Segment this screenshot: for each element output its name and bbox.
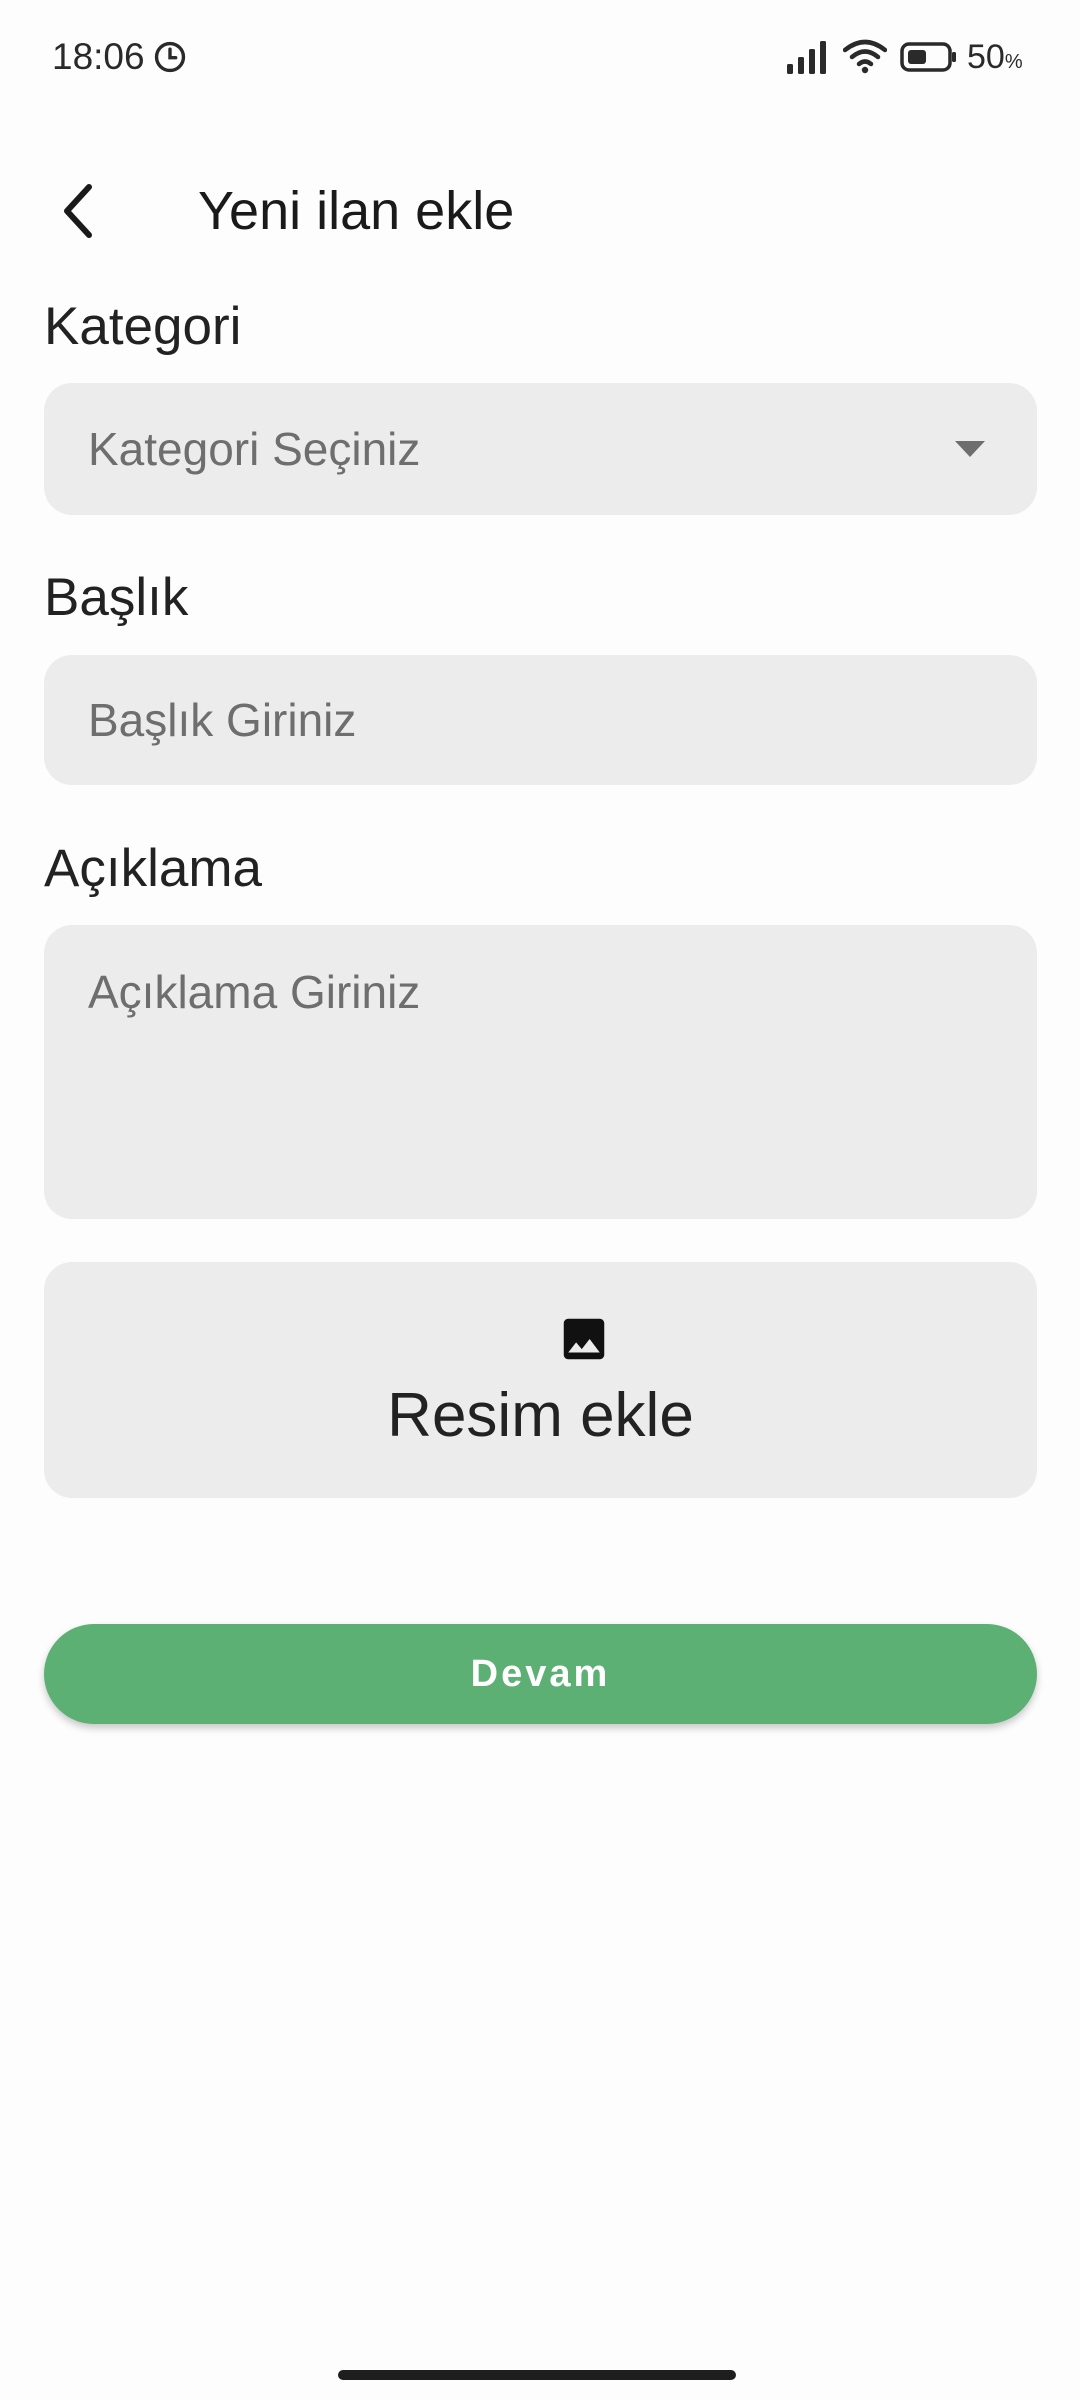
add-image-label: Resim ekle bbox=[387, 1381, 694, 1450]
description-label: Açıklama bbox=[44, 839, 262, 898]
clock-icon bbox=[154, 41, 186, 73]
wifi-icon bbox=[843, 39, 887, 74]
battery-icon bbox=[900, 42, 956, 72]
description-placeholder: Açıklama Giriniz bbox=[88, 966, 421, 1018]
title-placeholder: Başlık Giriniz bbox=[88, 694, 357, 746]
category-label: Kategori bbox=[44, 297, 242, 356]
page-title: Yeni ilan ekle bbox=[198, 181, 515, 241]
title-label: Başlık bbox=[44, 568, 189, 627]
back-button[interactable] bbox=[44, 168, 110, 254]
battery-value: 50 bbox=[967, 38, 1005, 76]
signal-icon bbox=[787, 41, 826, 74]
battery-percentage: 50% bbox=[967, 38, 1023, 77]
description-input[interactable]: Açıklama Giriniz bbox=[44, 925, 1037, 1219]
home-indicator[interactable] bbox=[338, 2370, 736, 2380]
dropdown-arrow-icon bbox=[955, 441, 985, 457]
image-icon bbox=[563, 1318, 605, 1360]
category-placeholder: Kategori Seçiniz bbox=[88, 423, 421, 475]
continue-button[interactable]: Devam bbox=[44, 1624, 1037, 1724]
category-dropdown[interactable]: Kategori Seçiniz bbox=[44, 383, 1037, 515]
status-time: 18:06 bbox=[52, 36, 145, 77]
add-image-button[interactable]: Resim ekle bbox=[44, 1262, 1037, 1498]
add-listing-screen: 18:06 50% Yeni ilan ekle Kategori Katego… bbox=[0, 0, 1080, 2400]
battery-unit: % bbox=[1004, 51, 1023, 73]
title-input[interactable]: Başlık Giriniz bbox=[44, 655, 1037, 785]
chevron-left-icon bbox=[64, 184, 92, 238]
status-bar: 18:06 50% bbox=[0, 0, 1080, 118]
